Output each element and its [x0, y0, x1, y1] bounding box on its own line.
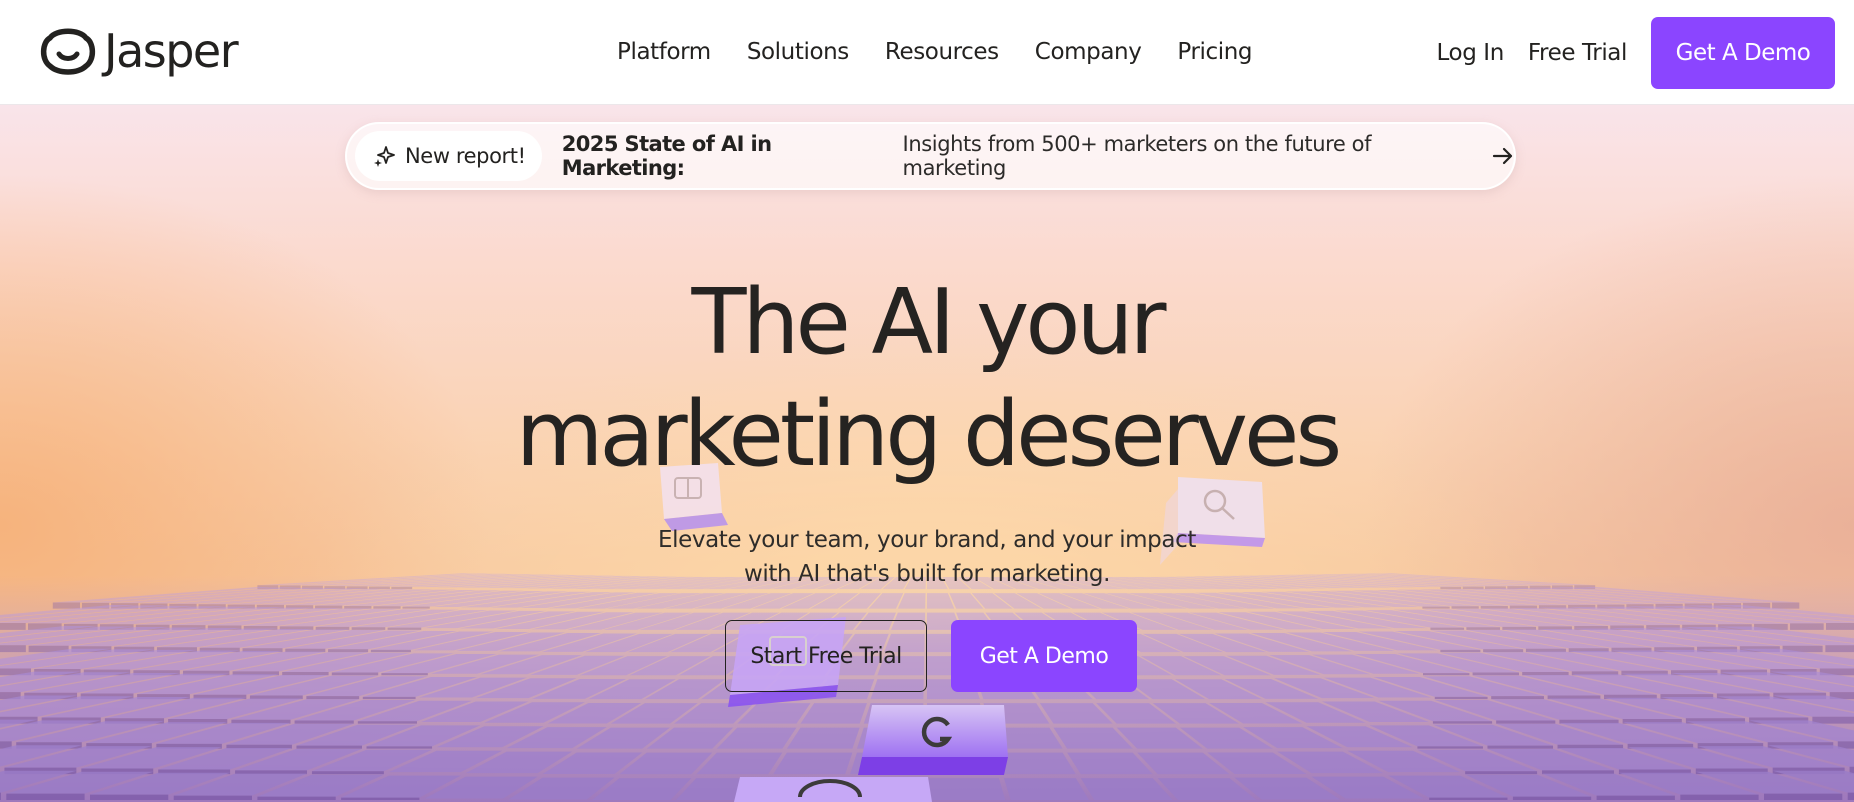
- announcement-banner[interactable]: New report! 2025 State of AI in Marketin…: [345, 122, 1516, 190]
- arrow-right-icon: [1492, 147, 1514, 165]
- floor-tile-side: [0, 623, 26, 630]
- floor-tile-side: [391, 586, 413, 590]
- floor-tile-side: [387, 627, 422, 630]
- floor-tile: [927, 778, 1006, 800]
- hero-cta-group: Start Free Trial Get A Demo: [725, 620, 1137, 692]
- free-trial-link[interactable]: Free Trial: [1528, 40, 1628, 66]
- floor-tile-side: [1772, 602, 1800, 609]
- hero-headline: The AI your marketing deserves: [427, 267, 1427, 491]
- floor-tile-side: [1764, 793, 1843, 800]
- floor-tile-side: [366, 746, 433, 749]
- get-demo-button[interactable]: Get A Demo: [1651, 17, 1835, 89]
- subtitle-line-1: Elevate your team, your brand, and your …: [658, 527, 1196, 553]
- new-report-label: New report!: [405, 144, 526, 168]
- floor-tile-side: [52, 602, 81, 609]
- login-link[interactable]: Log In: [1437, 40, 1505, 66]
- floor-tile: [997, 752, 1076, 775]
- floor-tile-side: [1596, 795, 1675, 800]
- nav-item-platform[interactable]: Platform: [617, 36, 711, 68]
- nav-item-company[interactable]: Company: [1035, 36, 1142, 68]
- floor-tile: [773, 752, 853, 775]
- nav-item-pricing[interactable]: Pricing: [1177, 36, 1252, 68]
- floor-tile-side: [362, 696, 416, 700]
- floor-tile-side: [1491, 696, 1544, 700]
- floor-tile-side: [1432, 721, 1493, 724]
- floor-tile-side: [0, 645, 26, 653]
- floor-tile-side: [1417, 746, 1483, 749]
- floor-tile-side: [1434, 696, 1488, 700]
- floor-tile-side: [1466, 627, 1501, 630]
- floor-tile-side: [1847, 792, 1854, 800]
- floor-tile-side: [344, 605, 372, 609]
- floor-tile-side: [1542, 770, 1614, 775]
- headline-line-2: marketing deserves: [515, 382, 1342, 487]
- floor-tile-side: [1512, 796, 1592, 800]
- floor-tile-side: [328, 649, 369, 653]
- floor-tile-side: [1465, 771, 1538, 775]
- floor-tile-side: [1812, 716, 1854, 724]
- nav-item-solutions[interactable]: Solutions: [747, 36, 849, 68]
- main-nav: Platform Solutions Resources Company Pri…: [617, 36, 1253, 68]
- brand-name: Jasper: [104, 24, 239, 78]
- subtitle-line-2: with AI that's built for marketing.: [744, 561, 1110, 587]
- floor-tile-side: [1440, 649, 1481, 653]
- floor-tile: [1003, 778, 1089, 800]
- floor-tile-side: [331, 672, 379, 676]
- floor-tile-side: [282, 671, 329, 676]
- floor-tile-side: [173, 795, 252, 800]
- floor-tile-side: [1487, 745, 1554, 749]
- floor-tile-side: [6, 793, 85, 800]
- floor-tile-side: [1502, 626, 1536, 630]
- start-free-trial-button[interactable]: Start Free Trial: [725, 620, 927, 692]
- floor-tile-side: [1790, 623, 1824, 630]
- floor-tile-side: [1480, 605, 1508, 609]
- floor-tile-side: [257, 796, 336, 800]
- floor-tile-side: [1522, 671, 1569, 676]
- floor-tile-side: [315, 626, 350, 630]
- nav-item-resources[interactable]: Resources: [885, 36, 999, 68]
- floor-tile-side: [296, 745, 362, 749]
- banner-headline: 2025 State of AI in Marketing:: [561, 132, 772, 180]
- floor-tile-side: [1496, 720, 1556, 724]
- google-icon-cube: [858, 705, 1008, 775]
- floor-tile-side: [306, 696, 360, 700]
- floor-tile-side: [311, 771, 384, 775]
- floor-tile-side: [341, 797, 420, 800]
- new-report-tag: New report!: [355, 131, 542, 181]
- headline-line-1: The AI your: [691, 270, 1166, 375]
- floor-tile-side: [381, 673, 428, 676]
- floor-tile-side: [351, 627, 386, 630]
- site-header: Jasper Platform Solutions Resources Comp…: [0, 0, 1854, 105]
- floor-tile-side: [1472, 672, 1519, 676]
- floor-tile-side: [402, 606, 430, 609]
- floor-tile-side: [373, 606, 401, 609]
- floor-tile-side: [90, 794, 169, 800]
- floor-tile-side: [1825, 645, 1854, 653]
- floor-tile-side: [357, 721, 417, 724]
- floor-tile-side: [370, 649, 411, 653]
- floor-tile-side: [1429, 797, 1508, 800]
- floor-tile-side: [0, 792, 1, 800]
- hero-subtitle: Elevate your team, your brand, and your …: [577, 523, 1277, 591]
- sparkle-icon: [374, 146, 395, 167]
- floor-tile-side: [235, 770, 307, 775]
- jasper-logo[interactable]: Jasper: [40, 24, 239, 78]
- floor-tile-side: [1430, 627, 1465, 630]
- banner-text: Insights from 500+ marketers on the futu…: [902, 132, 1372, 180]
- floor-tile-side: [1451, 606, 1479, 609]
- floor-tile-side: [1422, 606, 1450, 609]
- header-actions: Log In Free Trial Get A Demo: [1437, 17, 1835, 89]
- floor-tile-side: [1483, 649, 1524, 653]
- globe-icon-cube: [734, 777, 932, 802]
- floor-tile-side: [1440, 586, 1462, 590]
- floor-tile-side: [1680, 794, 1759, 800]
- hero-section: New report! 2025 State of AI in Marketin…: [0, 105, 1854, 802]
- jasper-face-logo-icon: [40, 28, 96, 75]
- floor-tile-side: [1826, 623, 1854, 630]
- floor-tile-side: [294, 720, 354, 724]
- floor-tile-side: [1423, 673, 1470, 676]
- hero-get-demo-button[interactable]: Get A Demo: [951, 620, 1137, 692]
